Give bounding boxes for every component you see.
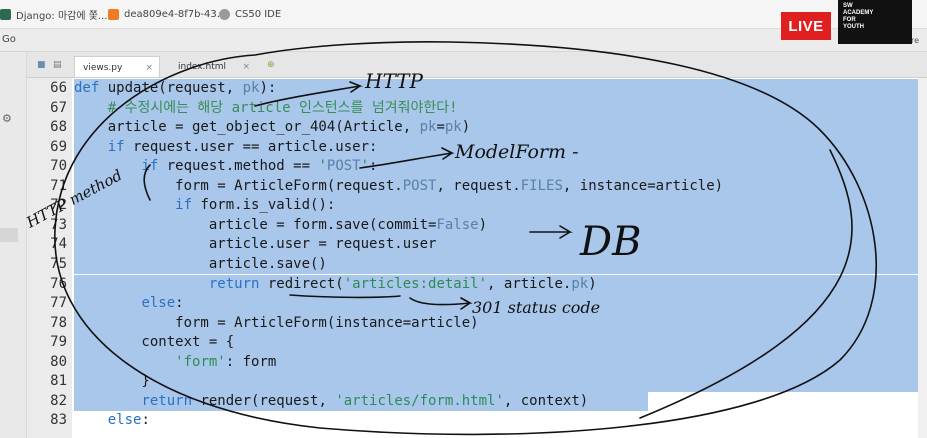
tab-views-py[interactable]: views.py × xyxy=(74,56,160,77)
line-number: 66 xyxy=(50,80,67,96)
logo-line: SW xyxy=(843,3,853,9)
new-tab-icon[interactable]: ⊕ xyxy=(267,60,275,70)
code-text: form = ArticleForm(instance=article) xyxy=(74,314,479,331)
line-number: 72 xyxy=(50,197,67,214)
bookmark-label: Django: 마감에 쫓... xyxy=(16,10,108,22)
live-badge: LIVE xyxy=(781,12,831,40)
selection-highlight xyxy=(74,294,920,314)
code-line: 70 if request.method == 'POST': xyxy=(27,157,927,177)
bookmark-cs50-ide[interactable]: CS50 IDE xyxy=(219,6,281,22)
line-number: 68 xyxy=(50,119,67,136)
panel-icon[interactable]: ▤ xyxy=(53,60,62,70)
editor-scrollbar[interactable] xyxy=(918,78,927,438)
code-text: return render(request, 'articles/form.ht… xyxy=(141,392,589,409)
code-text: form = ArticleForm(request.POST, request… xyxy=(74,177,724,194)
selection-highlight xyxy=(74,372,920,392)
code-line: 83 else: xyxy=(27,411,927,431)
line-number: 79 xyxy=(50,334,67,351)
code-text: } xyxy=(74,373,150,390)
bookmark-django[interactable]: Django: 마감에 쫓... xyxy=(0,6,107,22)
code-line: 77 else: xyxy=(27,294,927,314)
code-line: 73 article = form.save(commit=False) xyxy=(27,215,927,236)
logo-line: FOR xyxy=(843,17,856,23)
academy-logo: SW ACADEMY FOR YOUTH xyxy=(838,0,912,44)
code-line: 80 'form': form xyxy=(27,352,927,373)
code-line: 66 def update(request, pk): xyxy=(27,79,927,99)
code-line: 79 context = { xyxy=(27,333,927,353)
bookmark-cube-icon xyxy=(108,8,119,20)
code-text: return redirect('articles:detail', artic… xyxy=(208,275,597,292)
close-icon[interactable]: × xyxy=(242,62,250,72)
code-text: article.user = request.user xyxy=(74,236,437,253)
code-line: 75 article.save() xyxy=(27,254,927,275)
tab-label: views.py xyxy=(83,63,123,73)
code-text: if request.method == 'POST': xyxy=(141,158,378,175)
code-text: def update(request, pk): xyxy=(74,80,277,96)
code-text: else: xyxy=(107,412,150,429)
code-text: article.save() xyxy=(74,255,327,272)
code-line: 78 form = ArticleForm(instance=article) xyxy=(27,313,927,334)
logo-line: ACADEMY xyxy=(843,10,874,16)
code-line: 68 article = get_object_or_404(Article, … xyxy=(27,118,927,138)
tab-index-html[interactable]: index.html × xyxy=(170,56,256,77)
code-line: 71 form = ArticleForm(request.POST, requ… xyxy=(27,176,927,197)
line-number: 76 xyxy=(50,275,67,292)
line-number: 74 xyxy=(50,236,67,253)
bookmark-dea809e4[interactable]: dea809e4-8f7b-43... xyxy=(108,6,226,22)
tab-bar: ■ ▤ views.py × index.html × ⊕ xyxy=(27,52,927,78)
close-icon[interactable]: × xyxy=(145,63,153,73)
code-text: article = form.save(commit=False) xyxy=(74,216,488,233)
line-number: 78 xyxy=(50,314,67,331)
code-line: 67 # 수정시에는 해당 article 인스턴스를 넘겨줘야한다! xyxy=(27,98,927,119)
left-panel-selection xyxy=(0,228,18,242)
gear-icon[interactable]: ⚙ xyxy=(2,112,12,125)
code-text: else: xyxy=(141,295,184,312)
code-line: 76 return redirect('articles:detail', ar… xyxy=(27,274,927,295)
folder-icon[interactable]: ■ xyxy=(37,60,46,70)
line-number: 71 xyxy=(50,177,67,194)
tab-label: index.html xyxy=(178,62,226,72)
code-editor[interactable]: 66 def update(request, pk): 67 # 수정시에는 해당 … xyxy=(27,78,927,438)
line-number: 80 xyxy=(50,353,67,370)
bookmark-label: CS50 IDE xyxy=(235,8,282,20)
menu-go[interactable]: Go xyxy=(2,34,16,45)
bookmark-globe-icon xyxy=(219,8,230,20)
code-line: 82 return render(request, 'articles/form… xyxy=(27,391,927,412)
line-number: 83 xyxy=(50,412,67,429)
code-text: if request.user == article.user: xyxy=(107,138,378,155)
line-number: 81 xyxy=(50,373,67,390)
line-number: 70 xyxy=(50,158,67,175)
code-line: 69 if request.user == article.user: xyxy=(27,137,927,158)
logo-line: YOUTH xyxy=(843,24,864,30)
bookmark-django-icon xyxy=(0,8,11,20)
code-text: context = { xyxy=(74,334,235,351)
line-number: 75 xyxy=(50,255,67,272)
code-line: 72 if form.is_valid(): xyxy=(27,196,927,216)
code-line: 74 article.user = request.user xyxy=(27,235,927,255)
code-text: if form.is_valid(): xyxy=(175,197,336,214)
line-number: 73 xyxy=(50,216,67,233)
bookmark-label: dea809e4-8f7b-43... xyxy=(124,8,227,20)
line-number: 67 xyxy=(50,99,67,116)
line-number: 77 xyxy=(50,295,67,312)
line-number: 69 xyxy=(50,138,67,155)
code-text: article = get_object_or_404(Article, pk=… xyxy=(74,119,471,136)
code-text: 'form': form xyxy=(175,353,277,370)
code-text: # 수정시에는 해당 article 인스턴스를 넘겨줘야한다! xyxy=(74,99,458,116)
left-panel: ⚙ xyxy=(0,52,27,438)
code-line: 81 } xyxy=(27,372,927,392)
line-number: 82 xyxy=(50,392,67,409)
